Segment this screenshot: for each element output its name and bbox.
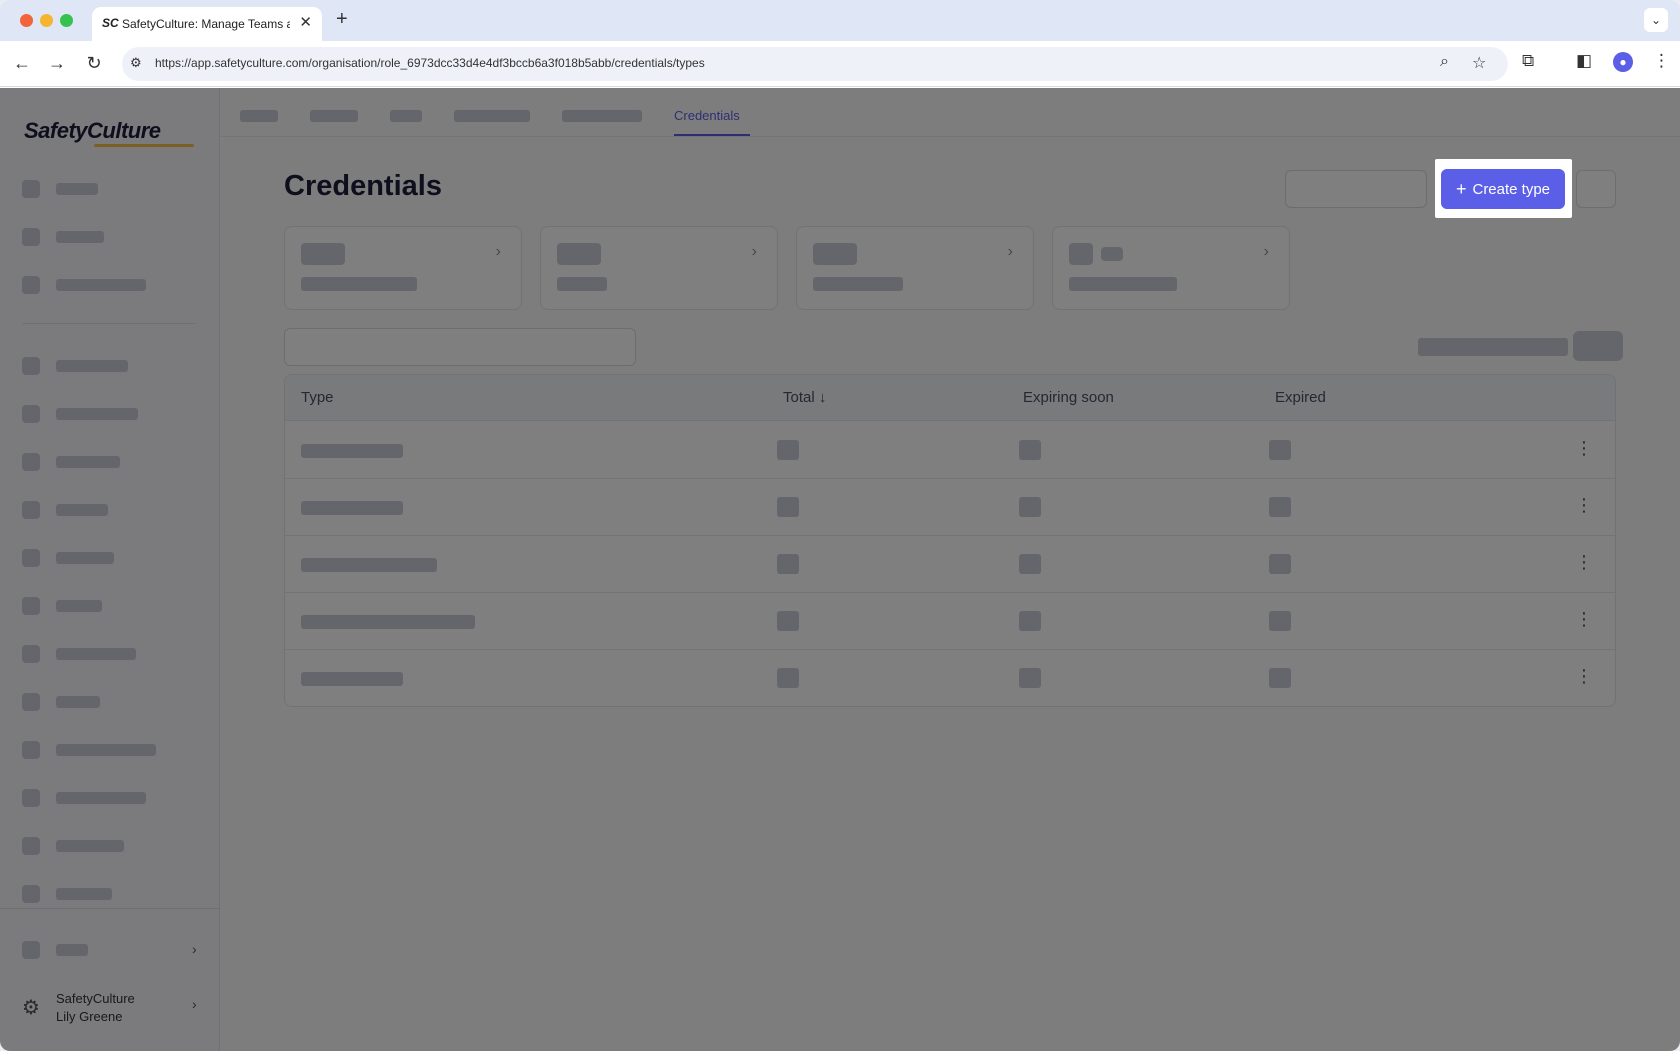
- favicon-icon: SC: [102, 16, 119, 30]
- bookmark-star-icon[interactable]: ☆: [1472, 53, 1486, 73]
- back-icon[interactable]: ←: [10, 51, 34, 75]
- zoom-icon[interactable]: ⌕: [1440, 53, 1449, 71]
- reload-icon[interactable]: ↻: [82, 51, 106, 75]
- tab-search-icon[interactable]: ⌄: [1644, 8, 1668, 32]
- close-window-button[interactable]: [20, 14, 33, 27]
- profile-avatar-icon[interactable]: ●: [1613, 52, 1633, 72]
- browser-toolbar: ← → ↻ ⚙ https://app.safetyculture.com/or…: [0, 41, 1680, 87]
- browser-window: SC SafetyCulture: Manage Teams and... ✕ …: [0, 0, 1680, 1051]
- address-bar[interactable]: ⚙ https://app.safetyculture.com/organisa…: [122, 47, 1508, 81]
- tab-bar: SC SafetyCulture: Manage Teams and... ✕ …: [0, 0, 1680, 41]
- plus-icon: +: [1455, 178, 1467, 199]
- site-info-icon[interactable]: ⚙: [130, 55, 142, 71]
- close-tab-icon[interactable]: ✕: [299, 13, 312, 31]
- new-tab-button[interactable]: +: [336, 8, 348, 31]
- tab-title: SafetyCulture: Manage Teams and...: [122, 17, 290, 31]
- maximize-window-button[interactable]: [60, 14, 73, 27]
- browser-menu-icon[interactable]: ⋮: [1653, 51, 1670, 71]
- forward-icon[interactable]: →: [45, 51, 69, 75]
- create-type-button[interactable]: + Create type: [1441, 169, 1565, 209]
- create-type-label: Create type: [1472, 180, 1551, 198]
- url-text: https://app.safetyculture.com/organisati…: [155, 56, 705, 70]
- dim-overlay: [0, 88, 1680, 1051]
- side-panel-icon[interactable]: ◧: [1576, 51, 1592, 71]
- minimize-window-button[interactable]: [40, 14, 53, 27]
- extensions-icon[interactable]: ⧉: [1522, 51, 1534, 71]
- browser-tab[interactable]: SC SafetyCulture: Manage Teams and... ✕: [92, 7, 322, 41]
